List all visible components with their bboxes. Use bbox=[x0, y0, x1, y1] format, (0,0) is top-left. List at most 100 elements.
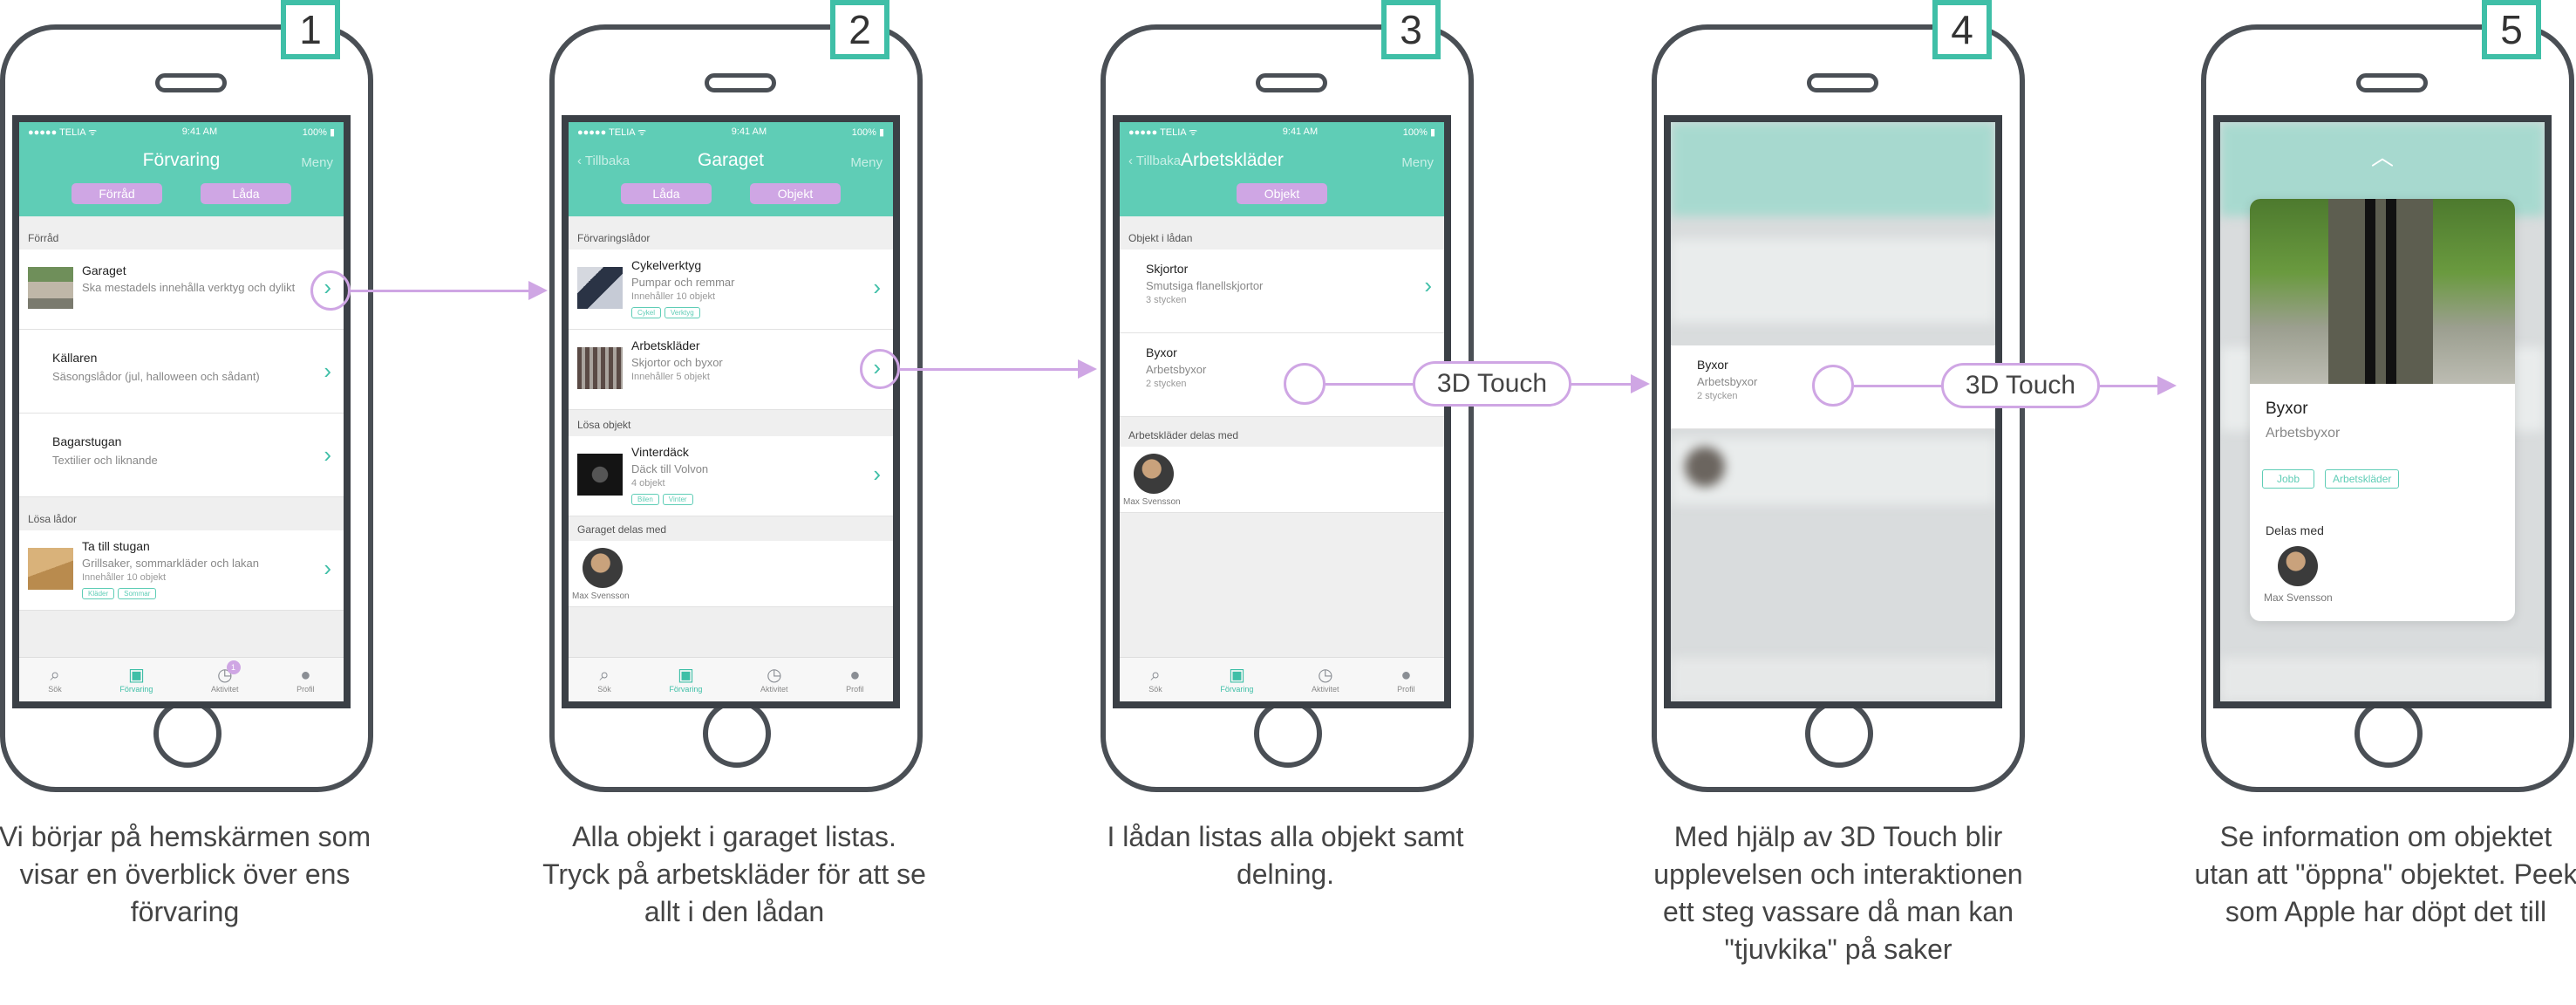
item-meta: Innehåller 5 objekt bbox=[631, 372, 710, 382]
menu-button[interactable]: Meny bbox=[1401, 155, 1434, 170]
list-item[interactable]: Ta till stugan Grillsaker, sommarkläder … bbox=[19, 530, 344, 611]
home-button[interactable] bbox=[1805, 700, 1873, 768]
clothes-thumbnail bbox=[577, 347, 623, 389]
tab-label: Profil bbox=[1397, 685, 1415, 694]
chevron-left-icon: ‹ bbox=[1128, 154, 1136, 168]
list-item[interactable]: Arbetskläder Skjortor och byxor Innehåll… bbox=[569, 330, 893, 410]
tab-storage[interactable]: ▣ Förvaring bbox=[669, 666, 702, 694]
tab-storage[interactable]: ▣ Förvaring bbox=[1220, 666, 1253, 694]
tab-label: Förvaring bbox=[119, 685, 153, 694]
list-item[interactable]: Cykelverktyg Pumpar och remmar Innehålle… bbox=[569, 250, 893, 330]
step-caption: Alla objekt i garaget listas. Tryck på a… bbox=[542, 821, 926, 927]
tab-label: Profil bbox=[296, 685, 315, 694]
phone-screen: ●●●●● TELIA ᯤ 9:41 AM 100% ▮ ‹ Tillbaka … bbox=[562, 115, 900, 708]
list-item[interactable]: Källaren Säsongslådor (jul, halloween oc… bbox=[19, 330, 344, 414]
segment-lada[interactable]: Låda bbox=[621, 183, 712, 204]
item-title: Arbetskläder bbox=[631, 338, 700, 352]
user-icon: ● bbox=[849, 666, 861, 685]
tab-search[interactable]: ⌕ Sök bbox=[48, 666, 62, 694]
chevron-right-icon[interactable]: › bbox=[873, 274, 881, 301]
step-caption: Med hjälp av 3D Touch blir upplevelsen o… bbox=[1653, 821, 2023, 965]
tab-profile[interactable]: ● Profil bbox=[1397, 666, 1415, 694]
chevron-right-icon[interactable]: › bbox=[873, 461, 881, 488]
list-item[interactable]: Vinterdäck Däck till Volvon 4 objekt Bil… bbox=[569, 436, 893, 516]
phone-screen: ●●●●● TELIA ᯤ 9:41 AM 100% ▮ Förvaring M… bbox=[12, 115, 351, 708]
avatar-name: Max Svensson bbox=[572, 591, 630, 601]
page-title: Garaget bbox=[698, 150, 764, 170]
tab-profile[interactable]: ● Profil bbox=[296, 666, 315, 694]
tag: Vinter bbox=[662, 494, 693, 505]
item-subtitle: Grillsaker, sommarkläder och lakan bbox=[82, 557, 260, 570]
list-item[interactable]: Skjortor Smutsiga flanellskjortor 3 styc… bbox=[1120, 250, 1444, 333]
chevron-right-icon[interactable]: › bbox=[324, 555, 331, 582]
segment-objekt[interactable]: Objekt bbox=[750, 183, 841, 204]
tab-activity[interactable]: ◷ Aktivitet bbox=[1312, 666, 1339, 694]
speaker bbox=[2356, 73, 2428, 92]
avatar-name: Max Svensson bbox=[2264, 591, 2333, 604]
tag: Sommar bbox=[118, 588, 157, 599]
back-button[interactable]: ‹ Tillbaka bbox=[1128, 154, 1181, 168]
item-subtitle: Arbetsbyxor bbox=[2266, 426, 2341, 441]
storage-icon: ▣ bbox=[127, 666, 145, 685]
tab-label: Aktivitet bbox=[760, 685, 788, 694]
tap-indicator bbox=[310, 270, 351, 311]
tab-activity[interactable]: ◷ Aktivitet bbox=[760, 666, 788, 694]
tag: Cykel bbox=[631, 307, 662, 318]
shared-with-row: Max Svensson bbox=[1120, 447, 1444, 513]
segment-objekt[interactable]: Objekt bbox=[1237, 183, 1327, 204]
speaker bbox=[1256, 73, 1327, 92]
clock: 9:41 AM bbox=[181, 126, 218, 137]
tab-label: Förvaring bbox=[1220, 685, 1254, 694]
item-meta: 3 stycken bbox=[1146, 295, 1187, 305]
segment-lada[interactable]: Låda bbox=[201, 183, 291, 204]
carrier-label: ●●●●● TELIA ᯤ bbox=[28, 126, 98, 138]
segment-forrad[interactable]: Förråd bbox=[72, 183, 162, 204]
phone-screen: ︿ Byxor Arbetsbyxor Jobb Arbetskläder De… bbox=[2213, 115, 2552, 708]
segment-bar: Objekt bbox=[1120, 183, 1444, 216]
section-header: Förråd bbox=[28, 232, 59, 244]
clock: 9:41 AM bbox=[1282, 126, 1319, 137]
home-button[interactable] bbox=[2355, 700, 2423, 768]
tab-search[interactable]: ⌕ Sök bbox=[597, 666, 611, 694]
tab-bar: ⌕ Sök ▣ Förvaring ◷ Aktivitet ● Profil bbox=[1120, 657, 1444, 701]
back-label: Tillbaka bbox=[1135, 154, 1182, 168]
peek-card[interactable]: Byxor Arbetsbyxor Jobb Arbetskläder Dela… bbox=[2250, 199, 2515, 621]
home-button[interactable] bbox=[153, 700, 221, 768]
peek-handle[interactable]: ︿ bbox=[2220, 140, 2545, 172]
shared-label: Delas med bbox=[2266, 523, 2324, 537]
flow-arrow bbox=[351, 281, 548, 300]
chevron-right-icon[interactable]: › bbox=[324, 441, 331, 468]
section-header: Lösa objekt bbox=[577, 419, 631, 431]
battery: 100% ▮ bbox=[302, 126, 335, 138]
item-subtitle: Arbetsbyxor bbox=[1146, 363, 1207, 376]
item-meta: 4 objekt bbox=[631, 478, 665, 489]
clock-icon: ◷ bbox=[1318, 666, 1333, 685]
list-item[interactable]: Garaget Ska mestadels innehålla verktyg … bbox=[19, 250, 344, 330]
item-title: Ta till stugan bbox=[82, 539, 150, 553]
avatar[interactable] bbox=[1134, 454, 1174, 494]
segment-bar: Låda Objekt bbox=[569, 183, 893, 216]
tab-label: Sök bbox=[597, 685, 611, 694]
home-button[interactable] bbox=[1254, 700, 1322, 768]
menu-button[interactable]: Meny bbox=[850, 155, 883, 170]
list-item[interactable]: Bagarstugan Textilier och liknande › bbox=[19, 414, 344, 497]
chevron-right-icon[interactable]: › bbox=[1424, 272, 1432, 299]
carrier-label: ●●●●● TELIA ᯤ bbox=[577, 126, 647, 138]
tab-storage[interactable]: ▣ Förvaring bbox=[119, 666, 153, 694]
tab-profile[interactable]: ● Profil bbox=[846, 666, 864, 694]
step-number: 2 bbox=[830, 0, 889, 59]
avatar[interactable] bbox=[2278, 546, 2318, 586]
notification-badge: 1 bbox=[226, 660, 241, 674]
tab-activity[interactable]: ◷ 1 Aktivitet bbox=[211, 660, 241, 694]
tab-search[interactable]: ⌕ Sök bbox=[1148, 666, 1162, 694]
menu-button[interactable]: Meny bbox=[301, 155, 333, 170]
home-button[interactable] bbox=[703, 700, 771, 768]
list-item[interactable]: Byxor Arbetsbyxor 2 stycken bbox=[1120, 333, 1444, 417]
step-2: 2 ●●●●● TELIA ᯤ 9:41 AM 100% ▮ ‹ Tillbak… bbox=[542, 0, 933, 1005]
avatar[interactable] bbox=[583, 548, 623, 588]
item-meta: Innehåller 10 objekt bbox=[82, 572, 167, 583]
chevron-right-icon[interactable]: › bbox=[324, 358, 331, 385]
tools-thumbnail bbox=[577, 267, 623, 309]
section-header: Arbetskläder delas med bbox=[1128, 429, 1239, 441]
box-thumbnail bbox=[28, 548, 73, 590]
